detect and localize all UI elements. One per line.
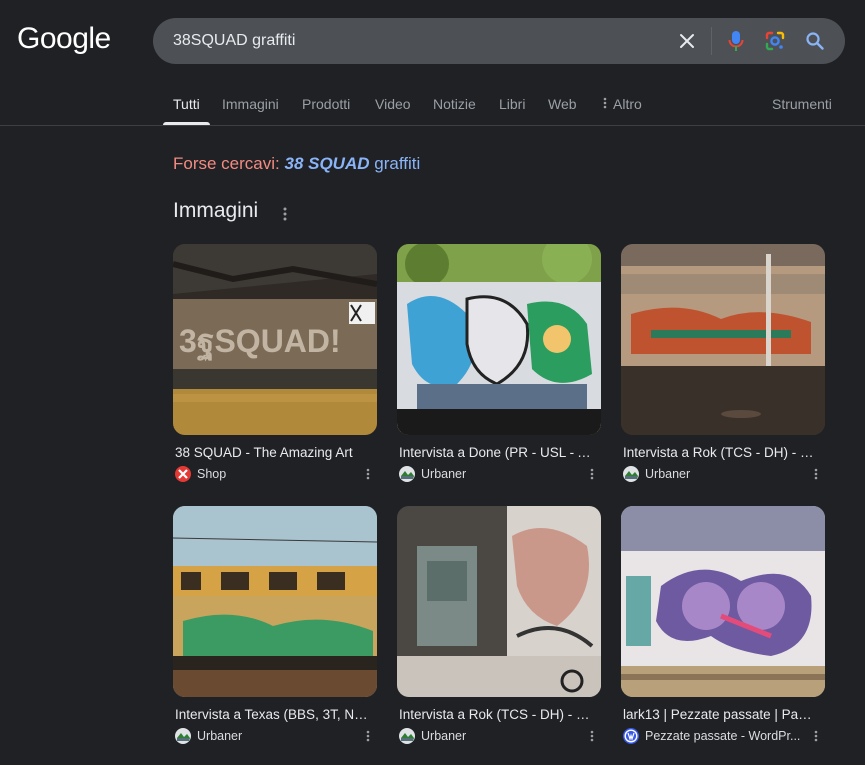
- svg-text:3ฐSQUAD!: 3ฐSQUAD!: [179, 323, 341, 362]
- image-result[interactable]: lark13 | Pezzate passate | Pagi... Pezza…: [621, 506, 825, 744]
- more-options-icon[interactable]: [587, 466, 597, 482]
- urbaner-favicon-icon: [623, 466, 639, 482]
- did-you-mean-label: Forse cercavi:: [173, 154, 280, 173]
- suggestion-rest-part: graffiti: [374, 154, 421, 173]
- search-bar[interactable]: 38SQUAD graffiti: [153, 18, 845, 64]
- image-thumbnail[interactable]: 3ฐSQUAD!: [173, 244, 377, 435]
- image-title[interactable]: Intervista a Done (PR - USL - A...: [399, 445, 595, 460]
- image-source[interactable]: Urbaner: [175, 728, 242, 744]
- search-divider: [711, 27, 712, 55]
- tab-more[interactable]: Altro: [603, 96, 642, 112]
- image-source-name: Urbaner: [421, 467, 467, 481]
- tab-shopping[interactable]: Prodotti: [302, 96, 350, 112]
- image-title[interactable]: Intervista a Texas (BBS, 3T, NE...: [175, 707, 371, 722]
- google-logo[interactable]: Google: [17, 22, 111, 56]
- image-result[interactable]: Intervista a Rok (TCS - DH) - U... Urban…: [397, 506, 601, 744]
- search-icon[interactable]: [803, 29, 827, 53]
- google-lens-icon[interactable]: [763, 29, 787, 53]
- wordpress-favicon-icon: [623, 728, 639, 744]
- image-source[interactable]: Urbaner: [623, 466, 690, 482]
- image-result[interactable]: Intervista a Rok (TCS - DH) - U... Urban…: [621, 244, 825, 482]
- urbaner-favicon-icon: [399, 466, 415, 482]
- more-options-icon[interactable]: [363, 466, 373, 482]
- image-source-name: Pezzate passate - WordPr...: [645, 729, 801, 743]
- search-tabs: Tutti Immagini Prodotti Video Notizie Li…: [0, 82, 865, 126]
- image-source-name: Urbaner: [645, 467, 691, 481]
- more-options-icon[interactable]: [811, 466, 821, 482]
- close-icon[interactable]: [675, 29, 699, 53]
- did-you-mean-suggestion[interactable]: 38 SQUAD graffiti: [284, 154, 420, 173]
- microphone-icon[interactable]: [724, 29, 748, 53]
- more-options-icon[interactable]: [363, 728, 373, 744]
- image-source-name: Urbaner: [421, 729, 467, 743]
- image-result[interactable]: Intervista a Done (PR - USL - A... Urban…: [397, 244, 601, 482]
- suggestion-bold-part: 38 SQUAD: [284, 154, 370, 173]
- image-title[interactable]: Intervista a Rok (TCS - DH) - U...: [399, 707, 595, 722]
- active-tab-indicator: [163, 122, 210, 125]
- tab-more-label: Altro: [613, 96, 642, 112]
- more-vert-icon: [603, 96, 607, 112]
- images-heading: Immagini: [173, 199, 259, 222]
- image-result[interactable]: Intervista a Texas (BBS, 3T, NE... Urban…: [173, 506, 377, 744]
- image-source-name: Urbaner: [197, 729, 243, 743]
- tab-images[interactable]: Immagini: [222, 96, 279, 112]
- search-input[interactable]: 38SQUAD graffiti: [173, 32, 295, 50]
- image-result[interactable]: 3ฐSQUAD! 38 SQUAD - The Amazing Art Shop: [173, 244, 377, 482]
- image-source-name: Shop: [197, 467, 227, 481]
- image-title[interactable]: lark13 | Pezzate passate | Pagi...: [623, 707, 819, 722]
- tab-videos[interactable]: Video: [375, 96, 411, 112]
- image-source[interactable]: Urbaner: [399, 466, 466, 482]
- image-thumbnail[interactable]: [621, 506, 825, 697]
- tab-web[interactable]: Web: [548, 96, 577, 112]
- image-thumbnail[interactable]: [397, 244, 601, 435]
- did-you-mean: Forse cercavi: 38 SQUAD graffiti: [173, 154, 420, 174]
- tools-button[interactable]: Strumenti: [772, 96, 832, 112]
- image-title[interactable]: Intervista a Rok (TCS - DH) - U...: [623, 445, 819, 460]
- tab-all[interactable]: Tutti: [173, 96, 200, 112]
- urbaner-favicon-icon: [175, 728, 191, 744]
- more-options-icon[interactable]: [587, 728, 597, 744]
- image-thumbnail[interactable]: [621, 244, 825, 435]
- image-title[interactable]: 38 SQUAD - The Amazing Art: [175, 445, 371, 460]
- more-options-icon[interactable]: [811, 728, 821, 744]
- images-more-icon[interactable]: [278, 202, 292, 226]
- tab-books[interactable]: Libri: [499, 96, 525, 112]
- urbaner-favicon-icon: [399, 728, 415, 744]
- image-thumbnail[interactable]: [397, 506, 601, 697]
- image-source[interactable]: Pezzate passate - WordPr...: [623, 728, 800, 744]
- image-thumbnail[interactable]: [173, 506, 377, 697]
- image-source[interactable]: Urbaner: [399, 728, 466, 744]
- tab-news[interactable]: Notizie: [433, 96, 476, 112]
- image-source[interactable]: Shop: [175, 466, 226, 482]
- shop-favicon-icon: [175, 466, 191, 482]
